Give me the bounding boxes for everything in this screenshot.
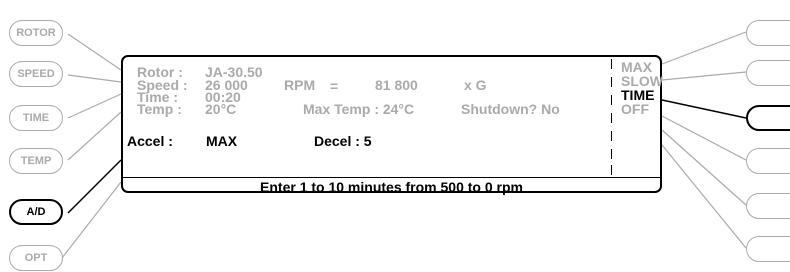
- footer-instruction: Enter 1 to 10 minutes from 500 to 0 rpm: [260, 179, 523, 195]
- accel-value: MAX: [206, 133, 238, 149]
- footer-divider: [123, 177, 660, 178]
- time-button[interactable]: TIME: [9, 105, 63, 131]
- max-temp: Max Temp : 24°C: [303, 101, 415, 117]
- accel-decel-button[interactable]: A/D: [9, 199, 63, 225]
- right-soft-key-2[interactable]: [746, 60, 790, 86]
- lcd-display: Rotor : JA-30.50 Speed : 26 000 RPM = 81…: [121, 55, 663, 195]
- shutdown-setting: Shutdown? No: [461, 101, 560, 117]
- option-max: MAX: [621, 59, 653, 75]
- temp-value: 20°C: [205, 101, 237, 117]
- right-soft-key-time[interactable]: [746, 105, 790, 131]
- option-slow: SLOW: [621, 73, 663, 89]
- equals-sign: =: [330, 78, 339, 94]
- option-time: TIME: [621, 87, 655, 103]
- option-off: OFF: [621, 101, 649, 117]
- right-soft-key-1[interactable]: [746, 20, 790, 46]
- speed-button[interactable]: SPEED: [9, 61, 63, 87]
- g-force-value: 81 800: [375, 77, 418, 93]
- rotor-button[interactable]: ROTOR: [9, 20, 63, 46]
- temp-label: Temp :: [137, 101, 182, 117]
- rpm-label: RPM: [284, 77, 316, 93]
- options-button[interactable]: OPT: [9, 245, 63, 271]
- right-soft-key-5[interactable]: [746, 193, 790, 219]
- temp-button[interactable]: TEMP: [9, 148, 63, 174]
- g-force-unit: x G: [464, 77, 487, 93]
- right-soft-key-6[interactable]: [746, 236, 790, 262]
- decel-setting: Decel : 5: [314, 133, 372, 149]
- right-soft-key-4[interactable]: [746, 148, 790, 174]
- accel-label: Accel :: [127, 133, 173, 149]
